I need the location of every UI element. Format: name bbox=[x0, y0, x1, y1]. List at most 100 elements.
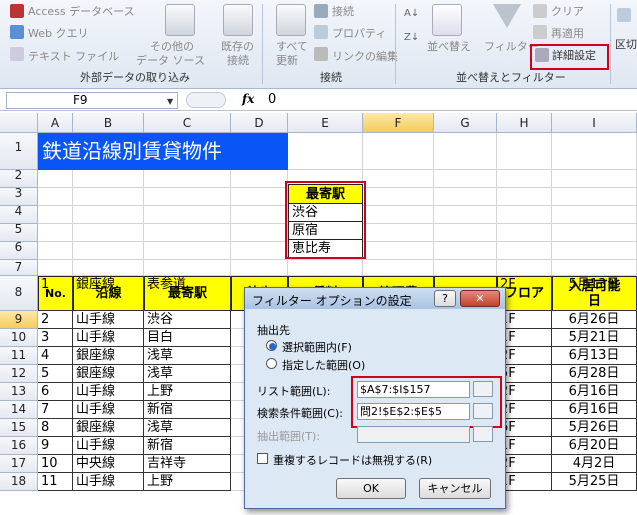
grid-cell[interactable] bbox=[73, 206, 144, 224]
grid-cell[interactable] bbox=[231, 188, 288, 206]
column-header-G[interactable]: G bbox=[434, 113, 497, 133]
column-header-E[interactable]: E bbox=[288, 113, 363, 133]
table-cell-line[interactable]: 銀座線 bbox=[73, 347, 144, 365]
table-cell-station[interactable]: 浅草 bbox=[144, 419, 231, 437]
row-header-11[interactable]: 11 bbox=[0, 347, 38, 365]
grid-cell[interactable] bbox=[73, 260, 144, 276]
reapply-button[interactable]: 再適用 bbox=[551, 25, 584, 41]
grid-cell[interactable] bbox=[288, 133, 363, 170]
grid-cell[interactable] bbox=[497, 260, 552, 276]
grid-cell[interactable] bbox=[144, 224, 231, 242]
table-cell-line[interactable]: 銀座線 bbox=[73, 365, 144, 383]
grid-cell[interactable] bbox=[552, 224, 637, 242]
web-query-button[interactable]: Web クエリ bbox=[28, 25, 88, 41]
grid-cell[interactable] bbox=[363, 133, 434, 170]
radio-specified-range[interactable] bbox=[266, 358, 277, 369]
table-cell-no[interactable]: 2 bbox=[38, 311, 73, 329]
grid-cell[interactable] bbox=[38, 188, 73, 206]
grid-cell[interactable] bbox=[552, 170, 637, 188]
table-cell-no[interactable]: 8 bbox=[38, 419, 73, 437]
table-cell-line[interactable]: 中央線 bbox=[73, 455, 144, 473]
row-header-14[interactable]: 14 bbox=[0, 401, 38, 419]
clear-button[interactable]: クリア bbox=[551, 3, 584, 19]
grid-cell[interactable] bbox=[552, 260, 637, 276]
grid-cell[interactable] bbox=[363, 224, 434, 242]
table-cell-no[interactable]: 9 bbox=[38, 437, 73, 455]
column-header-H[interactable]: H bbox=[497, 113, 552, 133]
row-header-8[interactable]: 8 bbox=[0, 276, 38, 311]
row-header-12[interactable]: 12 bbox=[0, 365, 38, 383]
column-header-D[interactable]: D bbox=[231, 113, 288, 133]
grid-cell[interactable] bbox=[288, 260, 363, 276]
grid-cell[interactable] bbox=[552, 188, 637, 206]
table-cell-line[interactable]: 山手線 bbox=[73, 383, 144, 401]
table-cell-station[interactable]: 浅草 bbox=[144, 365, 231, 383]
grid-cell[interactable] bbox=[73, 170, 144, 188]
table-cell-date[interactable]: 6月16日 bbox=[552, 383, 637, 401]
grid-cell[interactable] bbox=[497, 133, 552, 170]
table-cell-line[interactable]: 山手線 bbox=[73, 311, 144, 329]
formula-bar-handle[interactable] bbox=[186, 92, 226, 108]
unique-records-label[interactable]: 重複するレコードは無視する(R) bbox=[273, 452, 432, 468]
close-button[interactable]: ✕ bbox=[460, 290, 500, 307]
table-cell-no[interactable]: 4 bbox=[38, 347, 73, 365]
table-cell-date[interactable]: 6月26日 bbox=[552, 311, 637, 329]
table-cell-station[interactable]: 新宿 bbox=[144, 437, 231, 455]
table-cell-date[interactable]: 6月16日 bbox=[552, 401, 637, 419]
sort-ascending-icon[interactable]: A↓ bbox=[404, 8, 419, 19]
grid-cell[interactable] bbox=[363, 242, 434, 260]
sort-descending-icon[interactable]: Z↓ bbox=[404, 32, 419, 43]
grid-cell[interactable] bbox=[434, 206, 497, 224]
grid-cell[interactable] bbox=[434, 224, 497, 242]
grid-cell[interactable] bbox=[363, 260, 434, 276]
row-header-15[interactable]: 15 bbox=[0, 419, 38, 437]
table-cell-date[interactable]: 5月21日 bbox=[552, 329, 637, 347]
grid-cell[interactable] bbox=[434, 170, 497, 188]
row-header-13[interactable]: 13 bbox=[0, 383, 38, 401]
grid-cell[interactable] bbox=[363, 170, 434, 188]
grid-cell[interactable] bbox=[231, 260, 288, 276]
grid-cell[interactable] bbox=[434, 242, 497, 260]
grid-cell[interactable] bbox=[38, 260, 73, 276]
text-file-button[interactable]: テキスト ファイル bbox=[28, 48, 119, 64]
grid-cell[interactable] bbox=[144, 188, 231, 206]
table-cell-station[interactable]: 上野 bbox=[144, 473, 231, 491]
grid-cell[interactable] bbox=[144, 260, 231, 276]
grid-cell[interactable] bbox=[552, 206, 637, 224]
table-cell-station[interactable]: 渋谷 bbox=[144, 311, 231, 329]
table-cell-line[interactable]: 山手線 bbox=[73, 473, 144, 491]
extract-range-collapse-icon[interactable] bbox=[473, 426, 493, 442]
cancel-button[interactable]: キャンセル bbox=[419, 478, 491, 499]
row-header-7[interactable]: 7 bbox=[0, 260, 38, 276]
other-sources-label2[interactable]: データ ソース bbox=[136, 52, 205, 68]
grid-cell[interactable] bbox=[38, 206, 73, 224]
table-cell-line[interactable]: 銀座線 bbox=[73, 276, 144, 311]
extract-range-input[interactable] bbox=[357, 426, 470, 443]
grid-cell[interactable] bbox=[552, 133, 637, 170]
sort-button[interactable]: 並べ替え bbox=[427, 38, 471, 54]
grid-cell[interactable] bbox=[434, 133, 497, 170]
table-cell-no[interactable]: 10 bbox=[38, 455, 73, 473]
column-header-I[interactable]: I bbox=[552, 113, 637, 133]
grid-cell[interactable] bbox=[434, 188, 497, 206]
text-to-columns-button[interactable]: 区切 bbox=[615, 36, 637, 52]
grid-cell[interactable] bbox=[231, 242, 288, 260]
table-cell-station[interactable]: 目白 bbox=[144, 329, 231, 347]
table-cell-line[interactable]: 山手線 bbox=[73, 401, 144, 419]
grid-cell[interactable] bbox=[144, 206, 231, 224]
ok-button[interactable]: OK bbox=[336, 478, 406, 499]
formula-input[interactable]: 0 bbox=[268, 92, 276, 107]
grid-cell[interactable] bbox=[434, 260, 497, 276]
grid-cell[interactable] bbox=[497, 188, 552, 206]
table-cell-no[interactable]: 6 bbox=[38, 383, 73, 401]
grid-cell[interactable] bbox=[363, 188, 434, 206]
grid-cell[interactable] bbox=[73, 188, 144, 206]
column-header-C[interactable]: C bbox=[144, 113, 231, 133]
table-cell-no[interactable]: 7 bbox=[38, 401, 73, 419]
table-cell-date[interactable]: 6月13日 bbox=[552, 347, 637, 365]
grid-cell[interactable] bbox=[497, 206, 552, 224]
grid-cell[interactable] bbox=[231, 206, 288, 224]
table-cell-line[interactable]: 山手線 bbox=[73, 329, 144, 347]
row-header-17[interactable]: 17 bbox=[0, 455, 38, 473]
table-cell-date[interactable]: 6月28日 bbox=[552, 365, 637, 383]
